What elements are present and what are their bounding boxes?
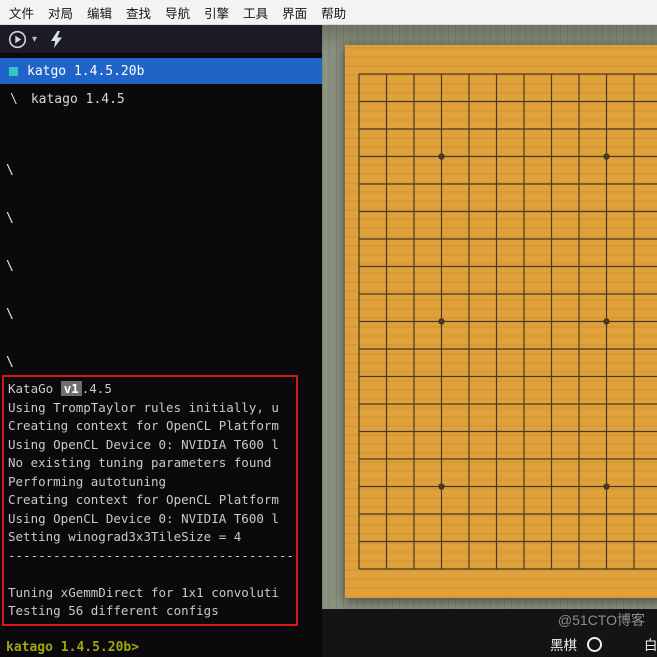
menu-item-engine[interactable]: 引擎	[204, 3, 229, 22]
engine-item-prefix: \	[10, 91, 18, 107]
terminal-history[interactable]: \ katago 1.4.5>version \ katago 1.4.5>pr…	[0, 159, 322, 375]
menu-item-find[interactable]: 查找	[126, 3, 151, 22]
engine-output-line: KataGo v1.4.5	[8, 380, 292, 399]
terminal-command-line: katago 1.4.5>list_commands	[6, 279, 322, 303]
menu-item-game[interactable]: 对局	[48, 3, 73, 22]
terminal-continuation: \	[6, 259, 14, 274]
terminal-command-line: katago 1.4.5>version	[6, 183, 322, 207]
engine-output-line: Performing autotuning	[8, 473, 167, 489]
engine-list-item[interactable]: \ katago 1.4.5	[0, 87, 322, 111]
menu-item-help[interactable]: 帮助	[321, 3, 346, 22]
terminal-continuation: \	[6, 307, 14, 322]
white-stone-icon	[587, 636, 602, 652]
search-match-highlight: v1	[60, 381, 82, 396]
output-text: KataGo	[8, 381, 61, 396]
terminal-continuation: \	[6, 211, 14, 226]
go-board-grid	[358, 73, 657, 570]
status-bar: @51CTO博客 黑棋 白棋	[322, 609, 657, 657]
lightning-icon[interactable]	[50, 30, 63, 48]
terminal-command-line: katago 1.4.5>protocol_version	[6, 231, 322, 255]
go-board-region: @51CTO博客 黑棋 白棋	[322, 25, 657, 657]
terminal-command-line: katago 1.4.5>time_settings 0 5 1	[6, 327, 322, 351]
menu-item-file[interactable]: 文件	[9, 3, 34, 22]
output-text: .4.5	[81, 381, 112, 396]
engine-item-label: katago 1.4.5	[30, 91, 125, 107]
session-tab-label: katgo 1.4.5.20b	[27, 63, 145, 79]
session-tab-selected[interactable]: katgo 1.4.5.20b	[0, 58, 322, 84]
white-player-label: 白棋	[644, 638, 657, 653]
play-circle-icon[interactable]	[8, 30, 27, 49]
engine-output-line: Testing 56 different configs	[8, 603, 219, 618]
menu-bar: 文件 对局 编辑 查找 导航 引擎 工具 界面 帮助	[0, 0, 657, 25]
chevron-down-icon[interactable]: ▾	[32, 34, 37, 45]
engine-output-line: No existing tuning parameters found	[8, 455, 272, 470]
watermark: @51CTO博客	[557, 612, 645, 628]
menu-item-tools[interactable]: 工具	[243, 3, 268, 22]
go-board[interactable]	[345, 45, 657, 598]
engine-output-line: Using OpenCL Device 0: NVIDIA T600 l	[8, 436, 279, 452]
engine-output-line	[8, 565, 292, 584]
engine-output-line: --------------------------------------	[8, 547, 292, 563]
terminal-current-prompt[interactable]: katago 1.4.5.20b>	[6, 640, 139, 657]
engine-output-line: Tuning xGemmDirect for 1x1 convoluti	[8, 584, 279, 600]
engine-output-line: Setting winograd3x3TileSize = 4	[8, 529, 242, 544]
terminal-continuation: \	[6, 163, 14, 178]
player-status-row: 黑棋 白棋	[550, 634, 657, 654]
engine-output-highlight-box: KataGo v1.4.5 Using TrompTaylor rules in…	[2, 375, 298, 626]
menu-item-view[interactable]: 界面	[282, 3, 307, 22]
terminal-continuation: \	[6, 355, 14, 370]
black-player-label: 黑棋	[550, 638, 577, 653]
engine-status-icon	[9, 66, 18, 76]
engine-toolbar: ▾	[0, 25, 322, 53]
engine-output-line: Creating context for OpenCL Platform	[8, 492, 279, 507]
menu-item-navigate[interactable]: 导航	[165, 3, 190, 22]
engine-output-line: Creating context for OpenCL Platform	[8, 418, 279, 433]
engine-console-panel: ▾ katgo 1.4.5.20b \ katago 1.4.5 \ katag…	[0, 25, 322, 657]
menu-item-edit[interactable]: 编辑	[87, 3, 112, 22]
app-window: 文件 对局 编辑 查找 导航 引擎 工具 界面 帮助 ▾ katgo 1.4.5…	[0, 0, 657, 657]
engine-output-line: Using OpenCL Device 0: NVIDIA T600 l	[8, 510, 279, 526]
engine-output-line: Using TrompTaylor rules initially, u	[8, 399, 279, 415]
